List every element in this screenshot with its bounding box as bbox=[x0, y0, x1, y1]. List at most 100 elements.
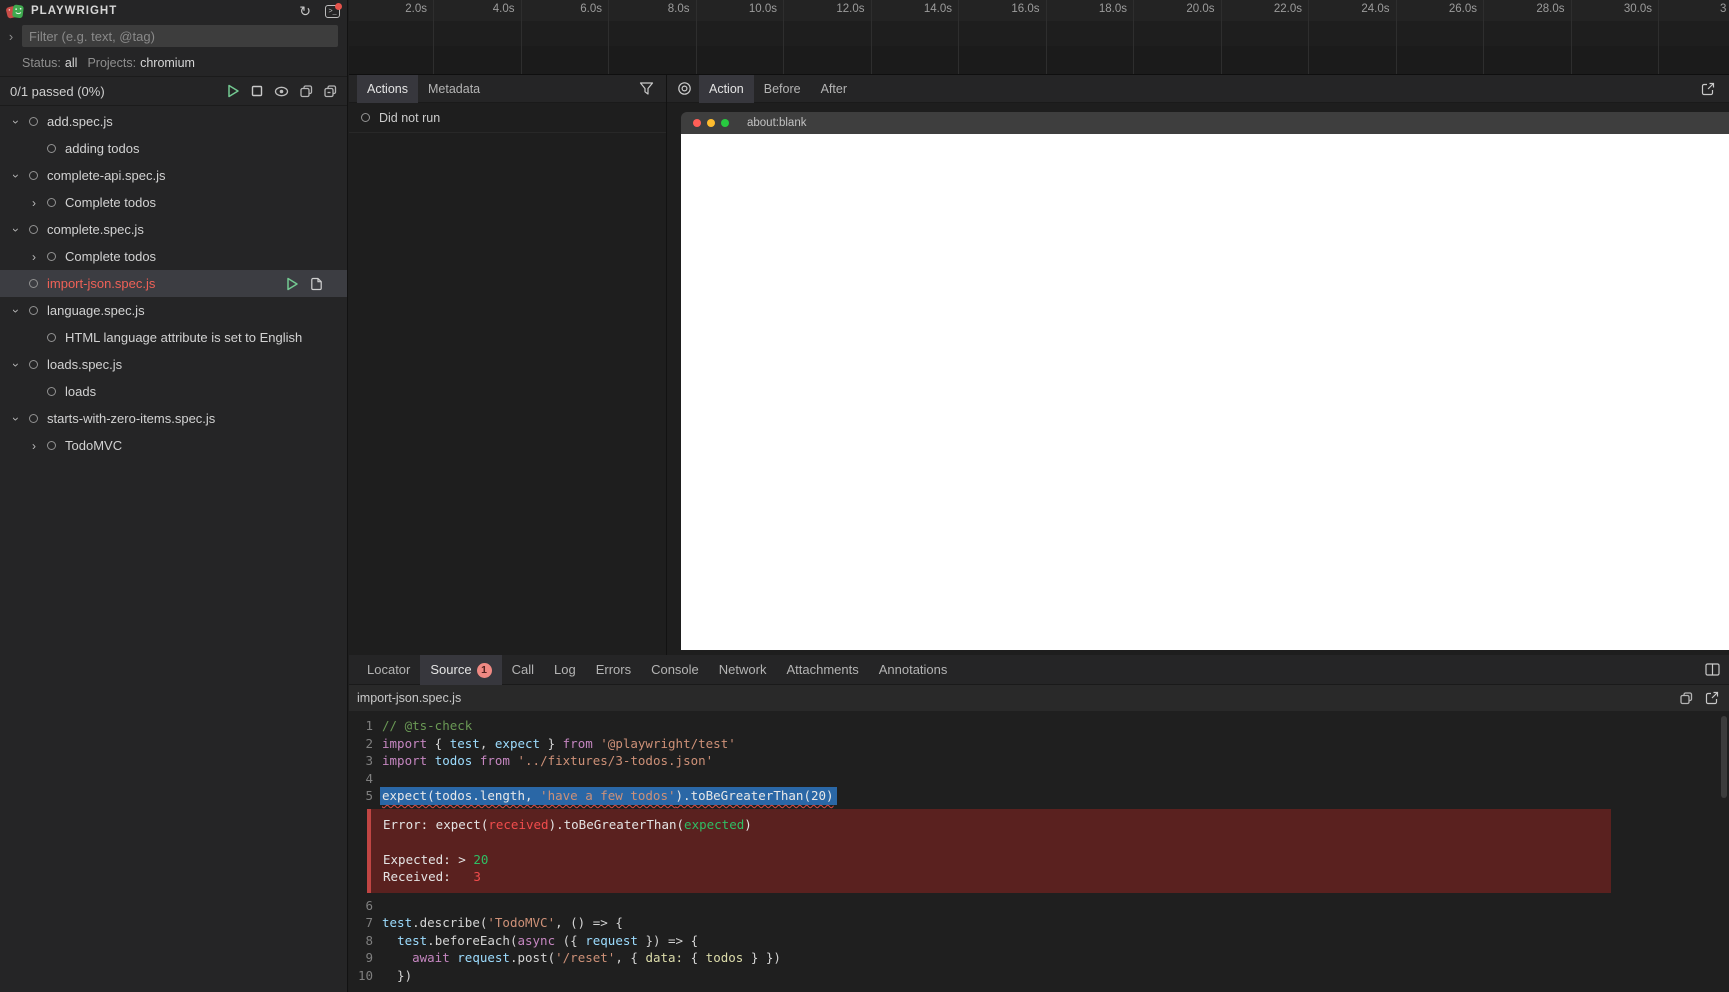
test-tree-row[interactable]: › language.spec.js bbox=[0, 297, 347, 324]
line-number: 6 bbox=[365, 897, 373, 913]
test-tree-row[interactable]: › Complete todos bbox=[0, 243, 347, 270]
test-tree-row[interactable]: › add.spec.js bbox=[0, 108, 347, 135]
test-tree-row[interactable]: HTML language attribute is set to Englis… bbox=[0, 324, 347, 351]
toggle-output-terminal-icon[interactable]: >_ bbox=[325, 2, 342, 18]
scrollbar-thumb[interactable] bbox=[1721, 716, 1727, 798]
timeline-gridline bbox=[1045, 0, 1047, 74]
test-tree-label: import-json.spec.js bbox=[47, 276, 156, 291]
test-tree-row[interactable]: › loads.spec.js bbox=[0, 351, 347, 378]
details-panel: Locator Source 1 Call Log Errors Console Networ… bbox=[349, 654, 1729, 992]
test-tree-row[interactable]: adding todos bbox=[0, 135, 347, 162]
chevron-down-icon[interactable]: › bbox=[8, 358, 24, 372]
collapse-all-icon[interactable] bbox=[324, 84, 337, 98]
show-source-button[interactable] bbox=[310, 277, 323, 291]
filter-input[interactable] bbox=[22, 25, 338, 47]
chevron-down-icon[interactable]: › bbox=[8, 304, 24, 318]
run-all-button[interactable] bbox=[227, 84, 240, 98]
tab-action[interactable]: Action bbox=[699, 74, 754, 103]
test-tree-row[interactable]: import-json.spec.js bbox=[0, 270, 347, 297]
pick-locator-target-icon[interactable] bbox=[677, 81, 692, 96]
watch-all-eye-icon[interactable] bbox=[274, 86, 289, 97]
timeline-ruler[interactable]: 2.0s 4.0s 6.0s 8.0s 10.0s 12.0s 14.0s 16.0s 18.0… bbox=[349, 0, 1729, 75]
test-circle-icon bbox=[361, 113, 370, 122]
timeline-gridline bbox=[958, 0, 959, 74]
test-tree-row[interactable]: loads bbox=[0, 378, 347, 405]
details-tabbar: Locator Source 1 Call Log Errors Console Networ… bbox=[349, 654, 1729, 685]
code-text: }) bbox=[382, 967, 413, 983]
stop-button[interactable] bbox=[251, 85, 263, 97]
test-tree-label: complete-api.spec.js bbox=[47, 168, 166, 183]
minimize-dot-icon bbox=[707, 119, 715, 127]
tab-before[interactable]: Before bbox=[754, 75, 811, 103]
code-text: test.describe('TodoMVC', () => { bbox=[382, 915, 623, 930]
timeline-gridline bbox=[608, 0, 609, 74]
timeline-tick-label: 18.0s bbox=[1098, 3, 1127, 15]
timeline-tick-label: 24.0s bbox=[1361, 3, 1390, 15]
chevron-right-icon[interactable]: › bbox=[26, 439, 42, 453]
tab-network[interactable]: Network bbox=[709, 655, 777, 685]
copy-icon[interactable] bbox=[1680, 691, 1693, 705]
timeline-gridline bbox=[433, 0, 434, 74]
chevron-down-icon[interactable]: › bbox=[8, 115, 24, 129]
tab-annotations[interactable]: Annotations bbox=[869, 655, 958, 685]
tab-call[interactable]: Call bbox=[502, 655, 544, 685]
test-tree-label: loads bbox=[65, 384, 97, 399]
timeline-tick-label: 22.0s bbox=[1273, 3, 1302, 15]
filter-expand-chevron[interactable]: › bbox=[0, 29, 22, 44]
projects-label: Projects: bbox=[87, 56, 137, 70]
test-tree-row[interactable]: › Complete todos bbox=[0, 189, 347, 216]
reload-tests-icon[interactable]: ↻ bbox=[299, 4, 311, 18]
browser-viewport[interactable] bbox=[681, 134, 1729, 650]
line-number: 4 bbox=[365, 770, 373, 786]
tab-metadata[interactable]: Metadata bbox=[418, 75, 490, 103]
test-tree-label: language.spec.js bbox=[47, 303, 145, 318]
line-number: 2 bbox=[365, 735, 373, 751]
test-tree-row[interactable]: › complete.spec.js bbox=[0, 216, 347, 243]
test-tree: › add.spec.js adding todos › complete-api.sp… bbox=[0, 106, 347, 459]
chevron-down-icon[interactable]: › bbox=[8, 223, 24, 237]
test-circle-icon bbox=[29, 306, 38, 315]
timeline-gridline bbox=[1133, 0, 1134, 74]
copy-visible-tests-icon[interactable] bbox=[300, 84, 313, 98]
test-tree-row[interactable]: › starts-with-zero-items.spec.js bbox=[0, 405, 347, 432]
tab-locator[interactable]: Locator bbox=[357, 655, 420, 685]
tab-console[interactable]: Console bbox=[641, 655, 709, 685]
panel-split-icon[interactable] bbox=[1705, 663, 1720, 676]
timeline-gridline bbox=[1220, 0, 1222, 74]
chevron-down-icon[interactable]: › bbox=[8, 169, 24, 183]
test-tree-label: adding todos bbox=[65, 141, 140, 156]
timeline-gridline bbox=[1483, 0, 1484, 74]
open-source-external-icon[interactable] bbox=[1705, 691, 1719, 705]
tab-attachments[interactable]: Attachments bbox=[776, 655, 868, 685]
test-tree-row[interactable]: › TodoMVC bbox=[0, 432, 347, 459]
test-tree-row[interactable]: › complete-api.spec.js bbox=[0, 162, 347, 189]
tab-source[interactable]: Source 1 bbox=[420, 654, 502, 685]
test-circle-icon bbox=[29, 414, 38, 423]
run-progress: 0/1 passed (0%) bbox=[10, 83, 105, 99]
chevron-down-icon[interactable]: › bbox=[8, 412, 24, 426]
sidebar-header: PLAYWRIGHT ↻ >_ bbox=[0, 0, 347, 22]
source-code-view[interactable]: 1 // @ts-check 2 import { test, expect } fr… bbox=[349, 711, 1729, 984]
chevron-right-icon[interactable]: › bbox=[26, 196, 42, 210]
test-tree-label: add.spec.js bbox=[47, 114, 113, 129]
test-list-toolbar: 0/1 passed (0%) bbox=[0, 76, 347, 106]
test-tree-label: Complete todos bbox=[65, 249, 157, 264]
notification-dot bbox=[335, 2, 342, 10]
tab-actions[interactable]: Actions bbox=[357, 74, 418, 103]
run-test-button[interactable] bbox=[286, 277, 299, 291]
timeline-tick-label: 12.0s bbox=[836, 3, 865, 15]
tab-log[interactable]: Log bbox=[544, 655, 586, 685]
filter-actions-icon[interactable] bbox=[639, 82, 654, 95]
snapshot-panel: Action Before After about:blank bbox=[667, 74, 1729, 655]
maximize-dot-icon bbox=[721, 119, 729, 127]
open-snapshot-external-icon[interactable] bbox=[1701, 82, 1715, 96]
test-tree-label: HTML language attribute is set to Englis… bbox=[65, 330, 303, 345]
test-circle-icon bbox=[47, 333, 56, 342]
chevron-right-icon[interactable]: › bbox=[26, 250, 42, 264]
filter-status-row[interactable]: Status: all Projects: chromium bbox=[0, 50, 347, 76]
test-circle-icon bbox=[29, 225, 38, 234]
tab-after[interactable]: After bbox=[811, 75, 857, 103]
line-number: 3 bbox=[365, 753, 373, 768]
test-tree-label: starts-with-zero-items.spec.js bbox=[47, 411, 216, 426]
tab-errors[interactable]: Errors bbox=[586, 655, 641, 685]
